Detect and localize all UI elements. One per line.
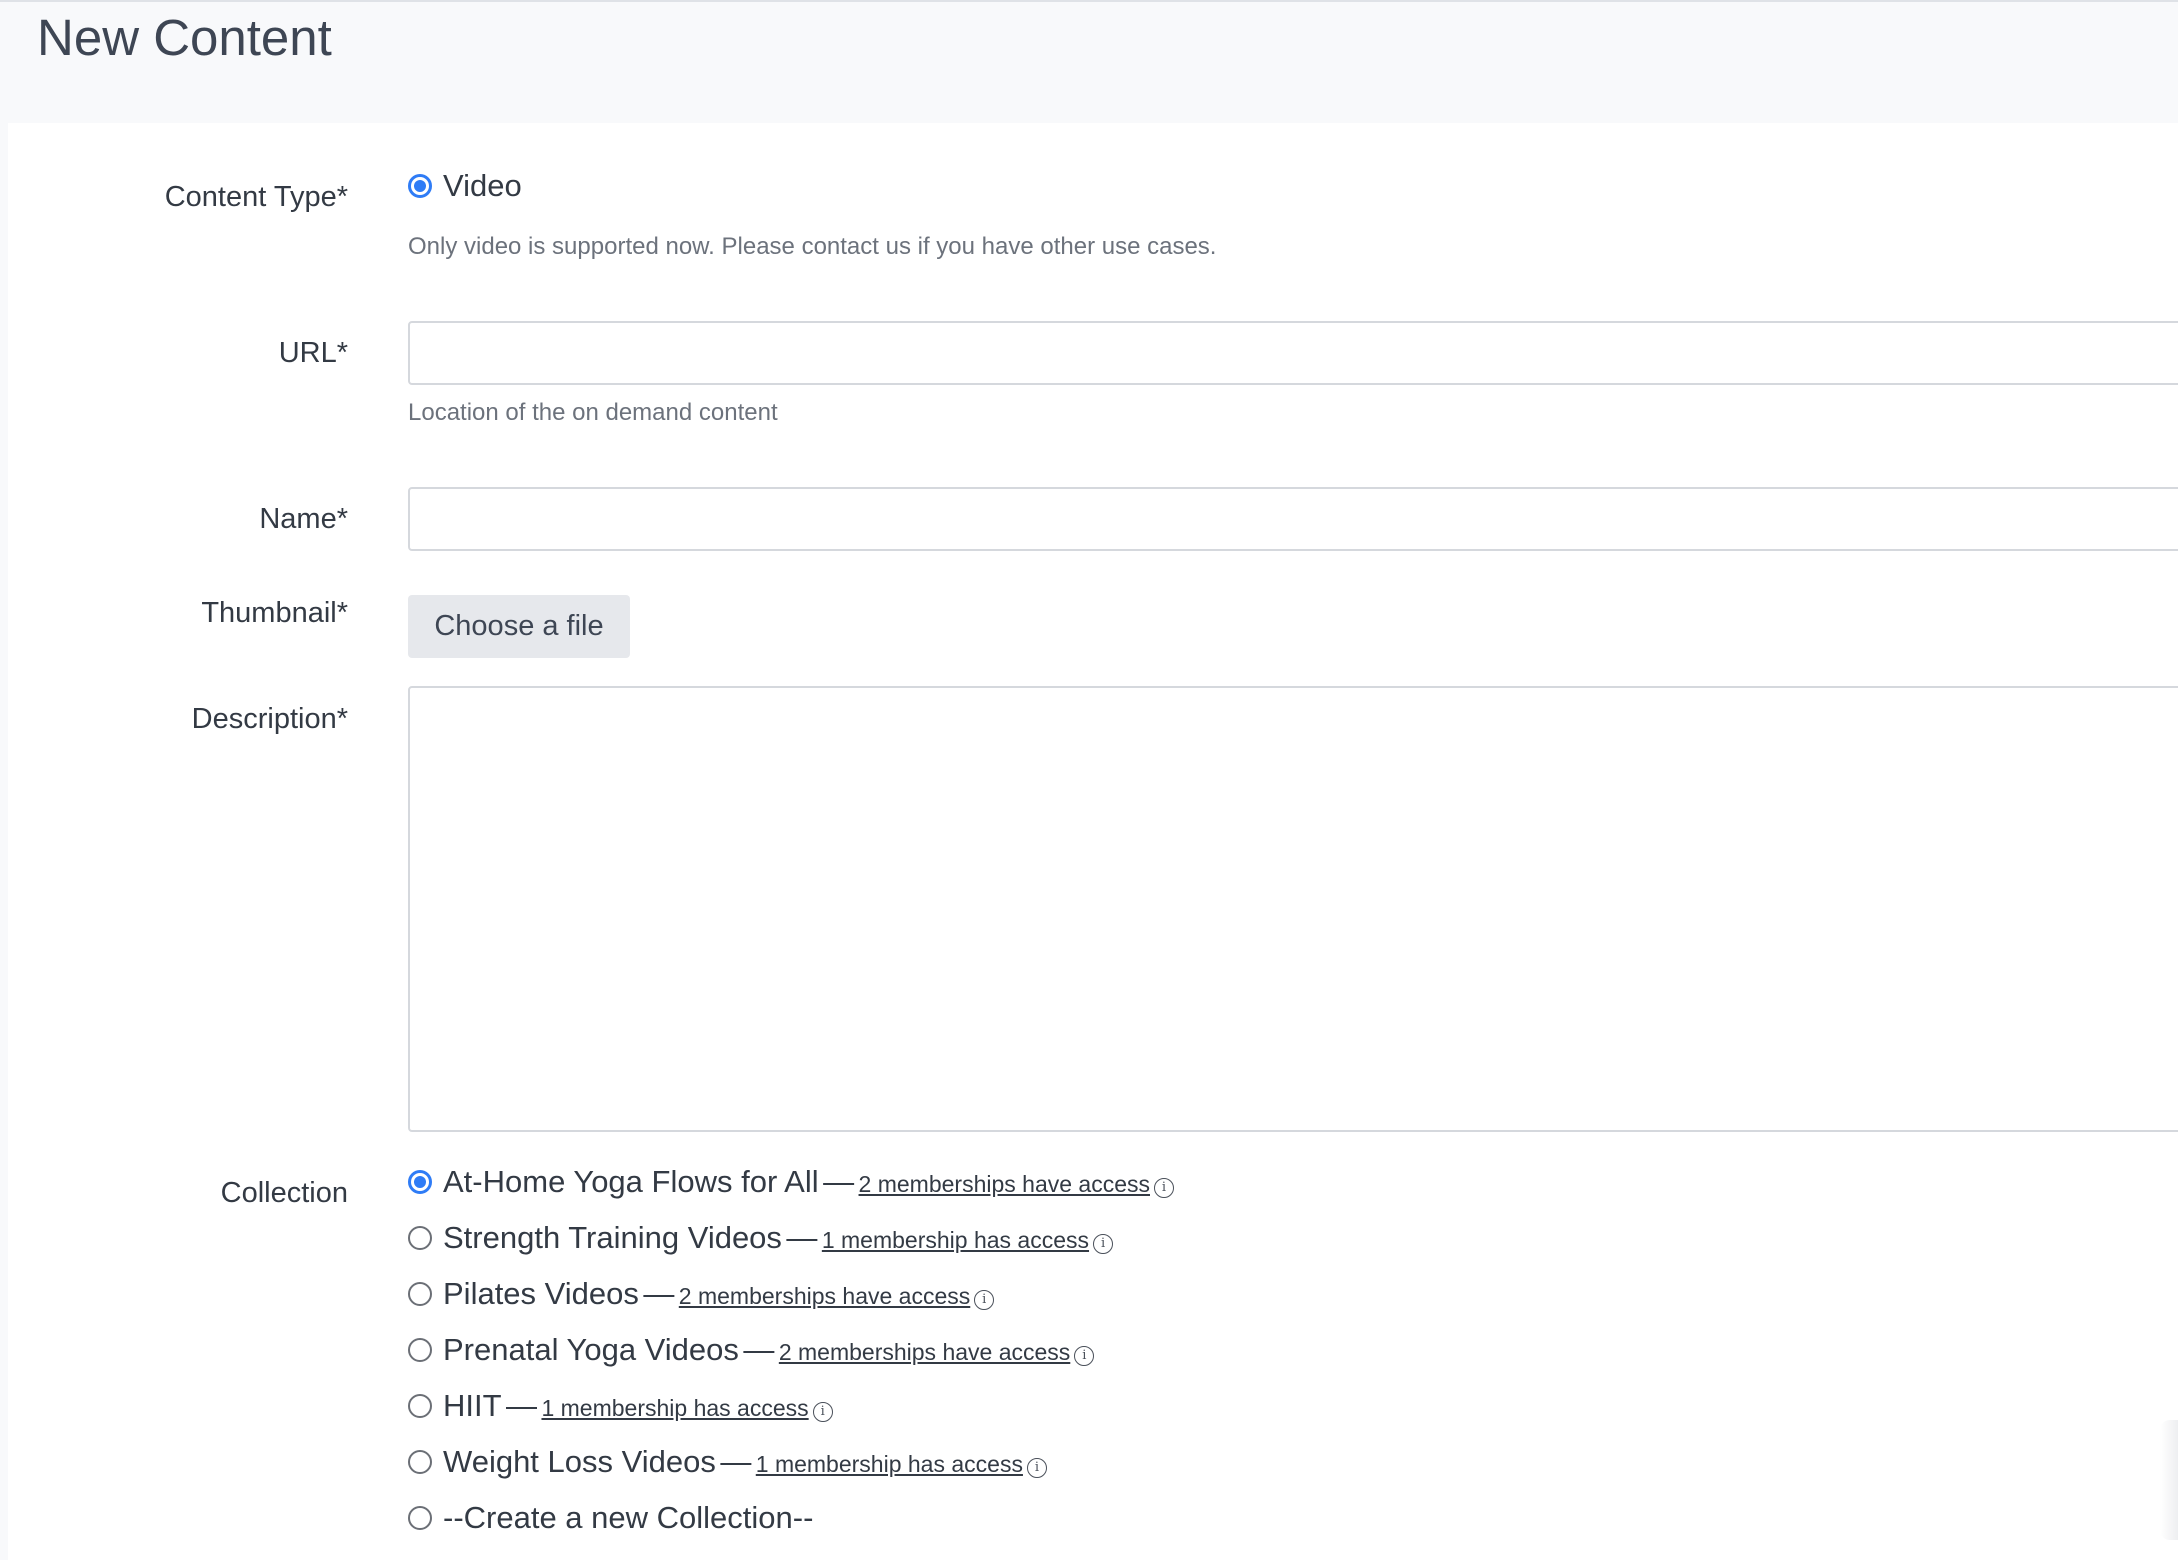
collection-name[interactable]: Weight Loss Videos bbox=[443, 1444, 716, 1479]
collection-name[interactable]: HIIT bbox=[443, 1388, 502, 1423]
membership-access-text[interactable]: 2 memberships have access bbox=[679, 1283, 970, 1309]
top-divider bbox=[0, 0, 2178, 2]
thumbnail-label: Thumbnail* bbox=[201, 597, 348, 629]
separator-dash: — bbox=[743, 1332, 775, 1367]
membership-access-link[interactable]: 2 memberships have access i bbox=[679, 1283, 995, 1310]
separator-dash: — bbox=[643, 1276, 675, 1311]
collection-radio[interactable] bbox=[408, 1170, 432, 1194]
page-title: New Content bbox=[37, 9, 332, 66]
collection-radio[interactable] bbox=[408, 1338, 432, 1362]
content-type-help-text: Only video is supported now. Please cont… bbox=[408, 233, 1217, 260]
collection-name[interactable]: Pilates Videos bbox=[443, 1276, 639, 1311]
separator-dash: — bbox=[786, 1220, 818, 1255]
membership-access-text[interactable]: 1 membership has access bbox=[822, 1227, 1089, 1253]
name-input[interactable] bbox=[408, 487, 2178, 551]
name-label: Name* bbox=[259, 503, 348, 535]
membership-access-link[interactable]: 2 memberships have access i bbox=[779, 1339, 1095, 1366]
collection-option-line: --Create a new Collection-- bbox=[443, 1498, 813, 1544]
info-icon[interactable]: i bbox=[1026, 1458, 1047, 1478]
membership-access-link[interactable]: 1 membership has access i bbox=[756, 1451, 1047, 1478]
membership-access-link[interactable]: 1 membership has access i bbox=[822, 1227, 1114, 1254]
url-label: URL* bbox=[278, 337, 348, 369]
collection-label: Collection bbox=[220, 1177, 348, 1209]
membership-access-link[interactable]: 1 membership has access i bbox=[541, 1395, 833, 1422]
collection-name[interactable]: Strength Training Videos bbox=[443, 1220, 782, 1255]
collection-name[interactable]: Prenatal Yoga Videos bbox=[443, 1332, 739, 1367]
membership-access-text[interactable]: 1 membership has access bbox=[756, 1451, 1023, 1477]
collection-radio[interactable] bbox=[408, 1394, 432, 1418]
collection-radio[interactable] bbox=[408, 1282, 432, 1306]
collection-option-line: At-Home Yoga Flows for All — 2 membershi… bbox=[443, 1162, 1174, 1208]
create-new-collection-label[interactable]: --Create a new Collection-- bbox=[443, 1500, 813, 1535]
collection-option-line: Strength Training Videos — 1 membership … bbox=[443, 1218, 1114, 1264]
separator-dash: — bbox=[720, 1444, 752, 1479]
membership-access-text[interactable]: 1 membership has access bbox=[541, 1395, 808, 1421]
collection-name[interactable]: At-Home Yoga Flows for All bbox=[443, 1164, 819, 1199]
membership-access-text[interactable]: 2 memberships have access bbox=[859, 1171, 1150, 1197]
url-input[interactable] bbox=[408, 321, 2178, 385]
info-icon[interactable]: i bbox=[1074, 1346, 1095, 1366]
info-icon[interactable]: i bbox=[812, 1402, 833, 1422]
content-type-video-label[interactable]: Video bbox=[443, 168, 522, 204]
membership-access-link[interactable]: 2 memberships have access i bbox=[859, 1171, 1174, 1198]
collection-option-line: HIIT — 1 membership has access i bbox=[443, 1386, 833, 1432]
collection-option-line: Weight Loss Videos — 1 membership has ac… bbox=[443, 1442, 1047, 1488]
membership-access-text[interactable]: 2 memberships have access bbox=[779, 1339, 1070, 1365]
info-icon[interactable]: i bbox=[974, 1290, 995, 1310]
collection-option-line: Prenatal Yoga Videos — 2 memberships hav… bbox=[443, 1330, 1095, 1376]
collection-radio[interactable] bbox=[408, 1450, 432, 1474]
collection-radio[interactable] bbox=[408, 1506, 432, 1530]
collection-radio[interactable] bbox=[408, 1226, 432, 1250]
info-icon[interactable]: i bbox=[1093, 1234, 1114, 1254]
scroll-edge-shadow bbox=[2160, 1420, 2178, 1540]
content-type-video-radio[interactable] bbox=[408, 174, 432, 198]
url-help-text: Location of the on demand content bbox=[408, 399, 778, 426]
collection-option-line: Pilates Videos — 2 memberships have acce… bbox=[443, 1274, 995, 1320]
separator-dash: — bbox=[823, 1164, 855, 1199]
content-type-label: Content Type* bbox=[164, 181, 348, 213]
description-textarea[interactable] bbox=[408, 686, 2178, 1132]
separator-dash: — bbox=[506, 1388, 538, 1423]
description-label: Description* bbox=[191, 703, 348, 735]
info-icon[interactable]: i bbox=[1154, 1178, 1174, 1198]
choose-file-button[interactable]: Choose a file bbox=[408, 595, 630, 658]
